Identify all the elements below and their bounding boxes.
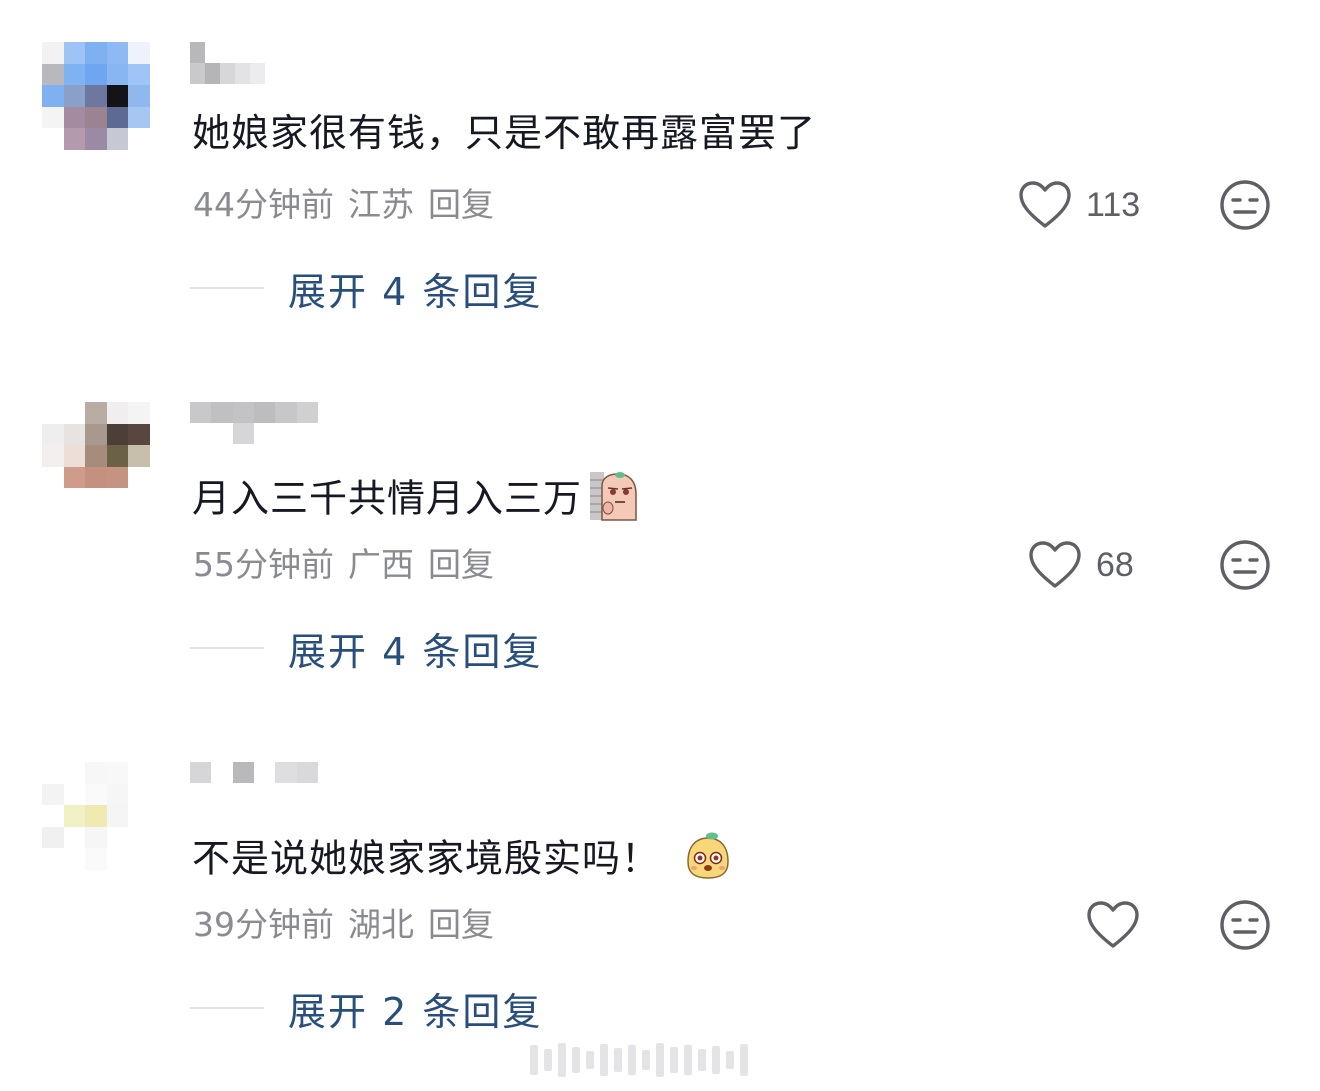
expand-replies-button[interactable]: 展开 2 条回复 xyxy=(190,982,542,1034)
heart-icon xyxy=(1019,181,1071,228)
comment-text: 月入三千共情月入三万 xyxy=(192,476,583,521)
like-button[interactable] xyxy=(1086,898,1154,952)
reply-button[interactable]: 回复 xyxy=(428,185,494,224)
comment-time: 44分钟前 xyxy=(193,185,334,224)
meh-face-icon xyxy=(1220,900,1270,950)
watermark xyxy=(530,1040,790,1080)
cute-face-sticker xyxy=(682,828,734,894)
meh-face-icon xyxy=(1220,180,1270,230)
expand-replies-button[interactable]: 展开 4 条回复 xyxy=(190,622,542,674)
reply-button[interactable]: 回复 xyxy=(428,545,494,584)
username-blurred[interactable] xyxy=(190,762,318,804)
comment-text-row: 不是说她娘家家境殷实吗！ xyxy=(192,828,734,894)
username-blurred[interactable] xyxy=(190,402,318,444)
comment-location: 广西 xyxy=(348,545,414,584)
meh-face-icon xyxy=(1220,540,1270,590)
reply-button[interactable]: 回复 xyxy=(428,905,494,944)
dislike-button[interactable] xyxy=(1218,538,1272,592)
comment-text-row: 月入三千共情月入三万 xyxy=(192,468,640,534)
like-button[interactable]: 68 xyxy=(1028,538,1134,592)
comment-item-2: 月入三千共情月入三万 55分钟前 广西 回复 68 展开 4 条回复 xyxy=(0,360,1320,690)
comment-location: 江苏 xyxy=(348,185,414,224)
comment-text: 她娘家很有钱，只是不敢再露富罢了 xyxy=(192,111,817,155)
comment-time: 55分钟前 xyxy=(193,545,334,584)
avatar[interactable] xyxy=(42,402,150,510)
dislike-button[interactable] xyxy=(1218,178,1272,232)
divider-line xyxy=(190,1007,264,1009)
expand-replies-label: 展开 2 条回复 xyxy=(288,989,543,1034)
divider-line xyxy=(190,287,264,289)
like-count: 68 xyxy=(1096,545,1134,584)
expand-replies-label: 展开 4 条回复 xyxy=(288,629,543,674)
comment-location: 湖北 xyxy=(348,905,414,944)
comment-meta: 55分钟前 广西 回复 xyxy=(193,544,508,586)
dislike-button[interactable] xyxy=(1218,898,1272,952)
comment-item-3: 不是说她娘家家境殷实吗！ 39分钟前 湖北 回复 展开 2 条回复 xyxy=(0,720,1320,1050)
expand-replies-button[interactable]: 展开 4 条回复 xyxy=(190,262,542,314)
wall-peek-sticker xyxy=(588,468,640,534)
comment-text: 不是说她娘家家境殷实吗！ xyxy=(192,836,661,881)
like-count: 113 xyxy=(1086,185,1141,224)
comment-item-1: 她娘家很有钱，只是不敢再露富罢了 44分钟前 江苏 回复 113 展开 4 条回复 xyxy=(0,0,1320,330)
comment-meta: 39分钟前 湖北 回复 xyxy=(193,904,508,946)
avatar[interactable] xyxy=(42,762,150,870)
heart-icon xyxy=(1029,541,1081,588)
divider-line xyxy=(190,647,264,649)
like-button[interactable]: 113 xyxy=(1018,178,1140,232)
expand-replies-label: 展开 4 条回复 xyxy=(288,269,543,314)
comment-time: 39分钟前 xyxy=(193,905,334,944)
username-blurred[interactable] xyxy=(190,42,280,84)
heart-icon xyxy=(1087,901,1139,948)
avatar[interactable] xyxy=(42,42,150,150)
comment-meta: 44分钟前 江苏 回复 xyxy=(193,184,508,226)
